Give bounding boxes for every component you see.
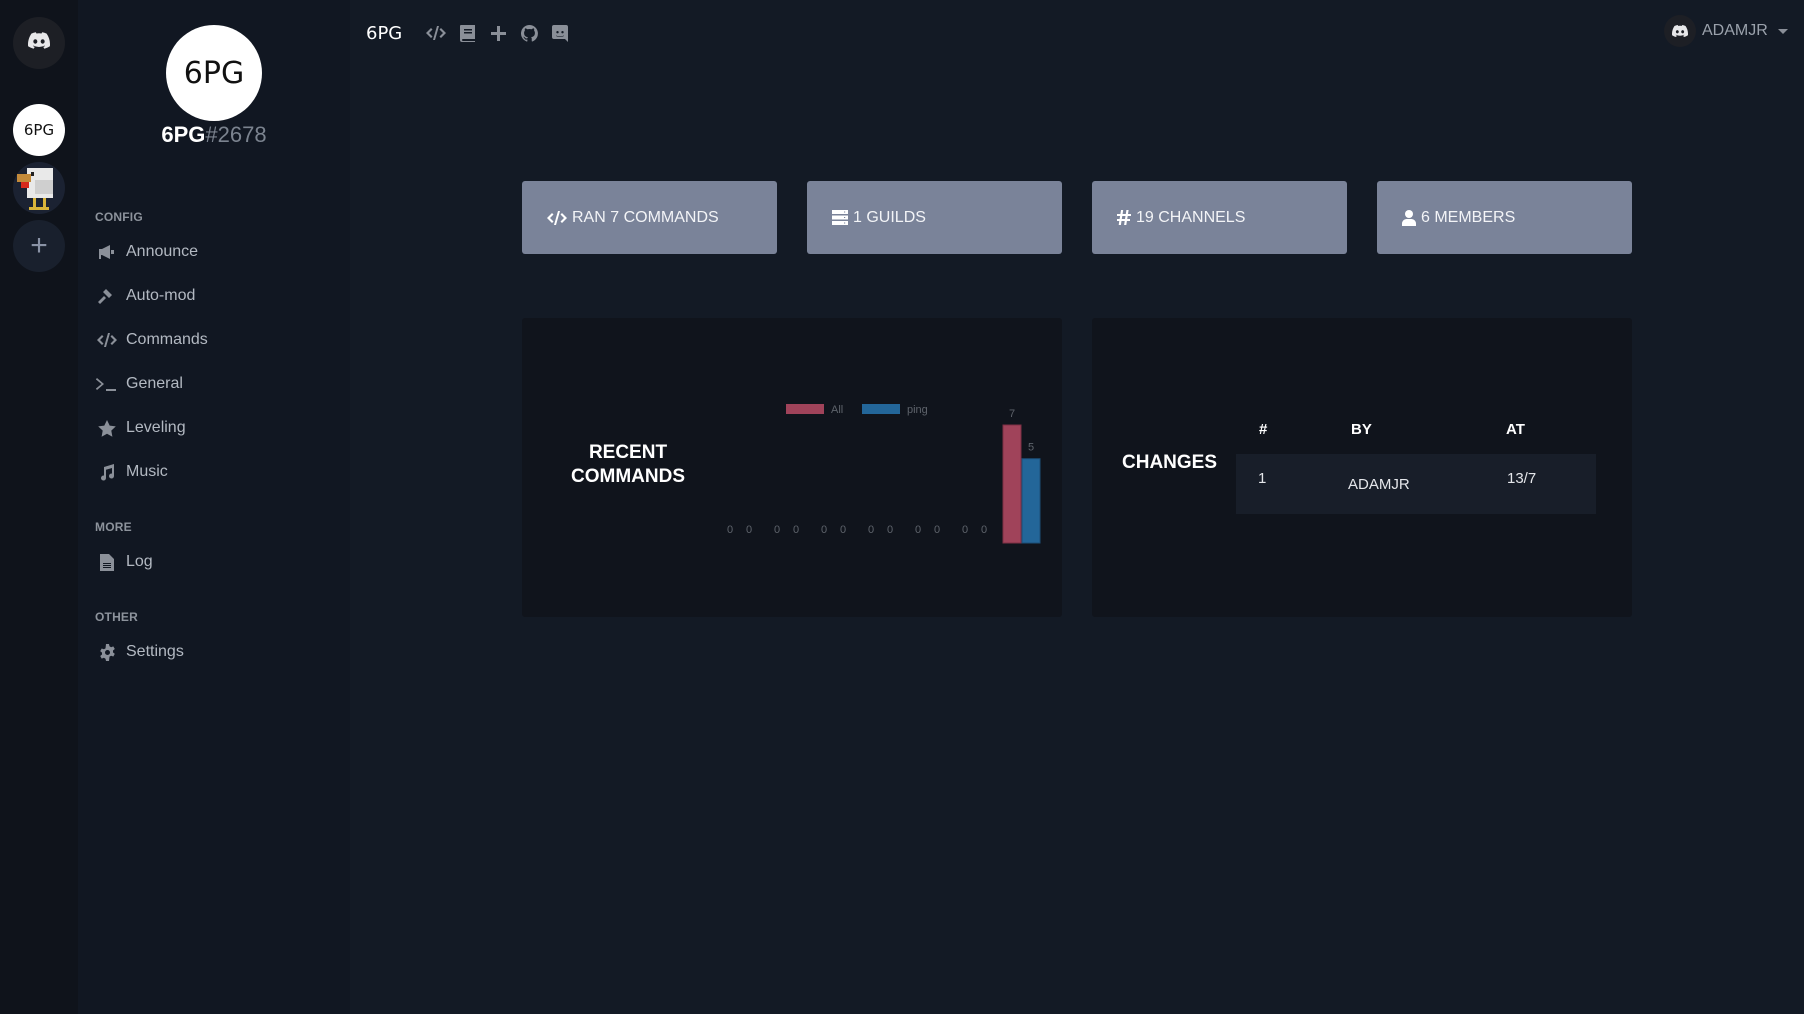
sidebar-item-settings[interactable]: Settings: [96, 637, 184, 667]
brand-link[interactable]: 6PG: [366, 23, 402, 44]
stat-label: 19 CHANNELS: [1136, 208, 1246, 226]
bar-all: [1002, 424, 1022, 544]
recent-commands-panel: RECENT COMMANDS All ping 0 0 0 0 0 0 0 0 0 0 0 0 7 5: [522, 318, 1062, 617]
megaphone-icon: [96, 243, 118, 261]
sidebar-item-music[interactable]: Music: [96, 457, 168, 487]
code-icon: [96, 331, 118, 349]
bar-ping: [1021, 458, 1041, 544]
plus-icon[interactable]: [488, 23, 508, 43]
sidebar-item-log[interactable]: Log: [96, 547, 153, 577]
data-label: 0: [840, 524, 846, 536]
data-label: 0: [821, 524, 827, 536]
bot-avatar-label: 6PG: [183, 55, 245, 91]
guild-bar: 6PG +: [0, 0, 78, 1014]
sidebar-item-auto-mod[interactable]: Auto-mod: [96, 281, 195, 311]
star-icon: [96, 419, 118, 437]
chicken-avatar-icon: [17, 168, 53, 210]
discord-icon: [1672, 25, 1688, 37]
legend-label: ping: [907, 404, 928, 416]
sidebar-item-label: Auto-mod: [126, 287, 196, 304]
gear-icon: [96, 643, 118, 661]
chevron-down-icon: [1777, 28, 1788, 34]
stat-card-channels[interactable]: 19 CHANNELS: [1092, 181, 1347, 254]
stat-card-commands[interactable]: RAN 7 COMMANDS: [522, 181, 777, 254]
add-server-button[interactable]: +: [13, 220, 65, 272]
sidebar-item-label: Announce: [126, 243, 199, 260]
user-avatar: [1664, 15, 1696, 47]
data-label: 0: [962, 524, 968, 536]
server-icon: [832, 210, 848, 225]
discord-icon[interactable]: [550, 23, 570, 43]
code-icon: [547, 210, 567, 226]
data-label: 0: [868, 524, 874, 536]
legend-swatch-ping: [862, 404, 900, 414]
username: ADAMJR: [1702, 22, 1768, 39]
table-row: [1236, 454, 1596, 514]
column-header-by: BY: [1351, 421, 1372, 438]
bot-avatar: 6PG: [166, 25, 262, 121]
data-label: 0: [915, 524, 921, 536]
sidebar-item-label: Commands: [126, 331, 208, 348]
section-title-more: MORE: [95, 520, 132, 534]
legend-swatch-all: [786, 404, 824, 414]
book-icon[interactable]: [457, 23, 477, 43]
bot-username: 6PG: [161, 122, 206, 147]
legend-label: All: [831, 404, 843, 416]
file-icon: [96, 553, 118, 571]
bot-discriminator: #2678: [205, 122, 267, 147]
stat-label: 1 GUILDS: [853, 208, 926, 226]
stat-label: 6 MEMBERS: [1421, 208, 1516, 226]
stat-label: RAN 7 COMMANDS: [572, 208, 719, 226]
sidebar-item-label: Music: [126, 463, 168, 480]
changes-panel: CHANGES # BY AT 1 ADAMJR 13/7: [1092, 318, 1632, 617]
cell-by: ADAMJR: [1348, 476, 1410, 493]
top-nav: 6PG: [366, 18, 581, 48]
hashtag-icon: [1117, 210, 1131, 225]
recent-commands-chart: All ping 0 0 0 0 0 0 0 0 0 0 0 0 7 5: [727, 404, 1041, 544]
user-menu[interactable]: ADAMJR: [1664, 15, 1788, 47]
guild-6pg-button[interactable]: 6PG: [13, 104, 65, 156]
bot-name: 6PG#2678: [78, 122, 350, 148]
sidebar-item-label: Log: [126, 553, 153, 570]
stat-card-members[interactable]: 6 MEMBERS: [1377, 181, 1632, 254]
data-label: 0: [746, 524, 752, 536]
section-title-config: CONFIG: [95, 210, 143, 224]
sidebar-item-label: Leveling: [126, 419, 186, 436]
sidebar-item-announce[interactable]: Announce: [96, 237, 198, 267]
sidebar-item-label: General: [126, 375, 183, 392]
guild-6pg-label: 6PG: [23, 121, 55, 139]
changes-title: CHANGES: [1122, 452, 1218, 473]
sidebar-item-leveling[interactable]: Leveling: [96, 413, 186, 443]
column-header-at: AT: [1506, 421, 1525, 438]
github-icon[interactable]: [519, 23, 539, 43]
sidebar-item-general[interactable]: General: [96, 369, 183, 399]
user-icon: [1402, 209, 1416, 226]
data-label: 0: [981, 524, 987, 536]
cell-at: 13/7: [1507, 470, 1537, 487]
discord-icon: [28, 32, 51, 54]
sidebar-item-commands[interactable]: Commands: [96, 325, 208, 355]
gavel-icon: [96, 287, 118, 305]
discord-home-button[interactable]: [13, 17, 65, 69]
stat-card-guilds[interactable]: 1 GUILDS: [807, 181, 1062, 254]
data-label: 0: [727, 524, 733, 536]
data-label: 0: [934, 524, 940, 536]
cell-num: 1: [1258, 470, 1267, 487]
data-label: 0: [774, 524, 780, 536]
data-label: 0: [887, 524, 893, 536]
plus-icon: +: [30, 229, 48, 262]
column-header-num: #: [1259, 421, 1268, 438]
data-label: 0: [793, 524, 799, 536]
sidebar-item-label: Settings: [126, 643, 184, 660]
data-label: 7: [1009, 408, 1015, 420]
terminal-icon: [96, 375, 118, 393]
code-icon[interactable]: [426, 23, 447, 43]
data-label: 5: [1028, 442, 1034, 454]
sidebar: 6PG 6PG#2678 CONFIG Announce Auto-mod Co…: [78, 0, 350, 1014]
guild-chicken-button[interactable]: [13, 162, 65, 214]
section-title-other: OTHER: [95, 610, 138, 624]
music-icon: [96, 463, 118, 481]
